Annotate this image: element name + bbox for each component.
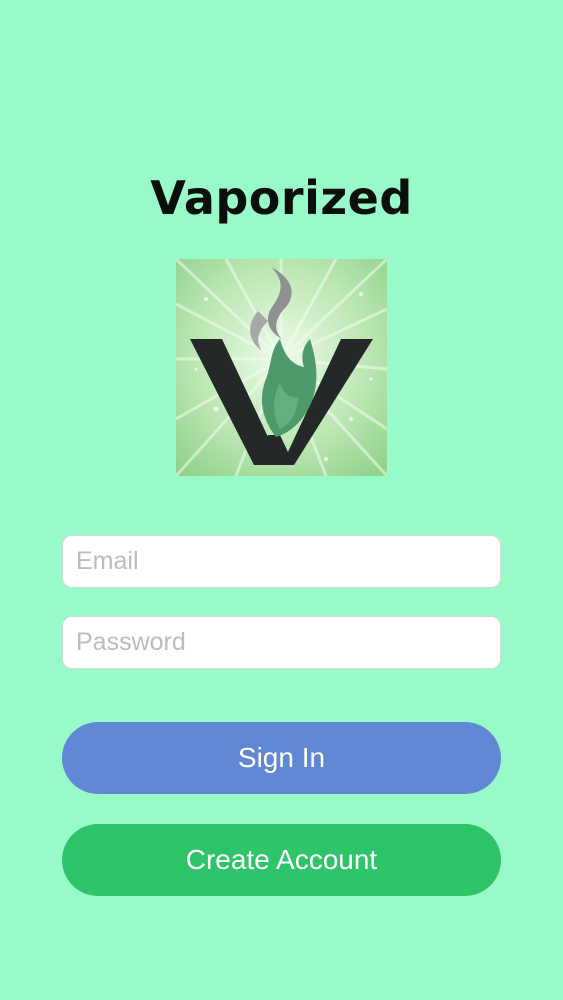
vaporized-logo-icon xyxy=(176,259,387,476)
app-title: Vaporized xyxy=(150,171,413,225)
login-screen: Vaporized Email Sign In Create Account xyxy=(0,0,563,1000)
password-field[interactable] xyxy=(62,616,501,669)
app-logo xyxy=(176,259,387,476)
sign-in-button[interactable]: Sign In xyxy=(62,722,501,794)
create-account-button[interactable]: Create Account xyxy=(62,824,501,896)
email-field[interactable] xyxy=(62,535,501,588)
